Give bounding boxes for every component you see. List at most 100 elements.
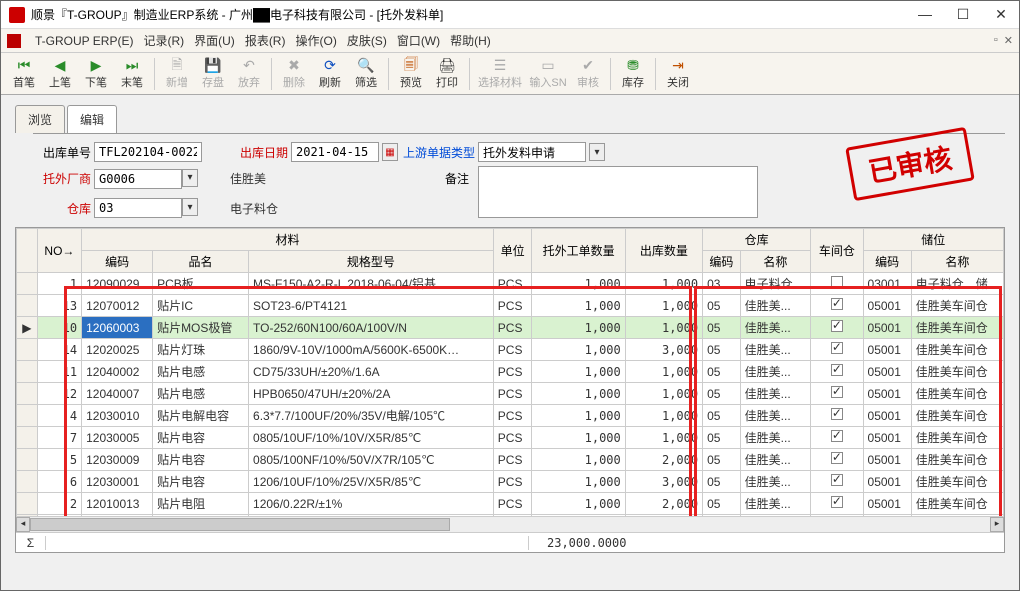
tb-filter[interactable]: 🔍筛选 — [349, 55, 383, 93]
col-spec[interactable]: 规格型号 — [249, 251, 494, 273]
col-scode[interactable]: 编码 — [703, 251, 741, 273]
label-outno: 出库单号 — [33, 144, 91, 161]
table-row[interactable]: 1312070012贴片ICSOT23-6/PT4121PCS1,0001,00… — [17, 295, 1004, 317]
mdi-close-icon[interactable]: ✕ — [1004, 34, 1013, 47]
col-code[interactable]: 编码 — [82, 251, 153, 273]
colgrp-loc: 储位 — [863, 229, 1003, 251]
store-picker-icon[interactable]: ▾ — [182, 198, 198, 216]
minimize-button[interactable]: — — [915, 6, 935, 23]
toolbar: ⏮首笔 ◀上笔 ▶下笔 ⏭末笔 🗎新增 💾存盘 ↶放弃 ✖删除 ⟳刷新 🔍筛选 … — [1, 53, 1019, 95]
vendor-picker-icon[interactable]: ▾ — [182, 169, 198, 187]
input-outdate[interactable] — [291, 142, 379, 162]
save-icon: 💾 — [204, 58, 221, 74]
tb-audit[interactable]: ✔审核 — [571, 55, 605, 93]
tb-selmat[interactable]: ☰选择材料 — [475, 55, 525, 93]
next-icon: ▶ — [91, 58, 102, 74]
tb-next[interactable]: ▶下笔 — [79, 55, 113, 93]
menu-operate[interactable]: 操作(O) — [295, 32, 336, 49]
table-row[interactable]: 712030005贴片电容0805/10UF/10%/10V/X5R/85℃PC… — [17, 427, 1004, 449]
table-row[interactable]: 1112040002贴片电感CD75/33UH/±20%/1.6APCS1,00… — [17, 361, 1004, 383]
tb-print[interactable]: 🖨打印 — [430, 55, 464, 93]
prev-icon: ◀ — [55, 58, 66, 74]
checkbox-shop[interactable] — [831, 386, 843, 398]
tab-edit[interactable]: 编辑 — [67, 105, 117, 133]
col-lname[interactable]: 名称 — [911, 251, 1003, 273]
checkbox-shop[interactable] — [831, 364, 843, 376]
grid-footer: Σ 23,000.0000 — [16, 532, 1004, 552]
menu-record[interactable]: 记录(R) — [143, 32, 184, 49]
checkbox-shop[interactable] — [831, 276, 843, 288]
col-no[interactable]: NO→ — [37, 229, 81, 273]
menu-skin[interactable]: 皮肤(S) — [347, 32, 387, 49]
refresh-icon: ⟳ — [324, 58, 336, 74]
menu-help[interactable]: 帮助(H) — [450, 32, 491, 49]
col-name[interactable]: 品名 — [153, 251, 249, 273]
table-row[interactable]: 412030010贴片电解电容6.3*7.7/100UF/20%/35V/电解/… — [17, 405, 1004, 427]
upstream-picker-icon[interactable]: ▾ — [589, 143, 605, 161]
tb-last[interactable]: ⏭末笔 — [115, 55, 149, 93]
col-unit[interactable]: 单位 — [493, 229, 532, 273]
label-upstream: 上游单据类型 — [399, 144, 475, 161]
tb-refresh[interactable]: ⟳刷新 — [313, 55, 347, 93]
input-outno[interactable] — [94, 142, 202, 162]
tb-first[interactable]: ⏮首笔 — [7, 55, 41, 93]
checkbox-shop[interactable] — [831, 320, 843, 332]
input-vendor-code[interactable] — [94, 169, 182, 189]
tb-del[interactable]: ✖删除 — [277, 55, 311, 93]
filter-icon: 🔍 — [357, 58, 374, 74]
col-sqty[interactable]: 出库数量 — [625, 229, 702, 273]
label-remark: 备注 — [399, 170, 475, 187]
checkbox-shop[interactable] — [831, 452, 843, 464]
app-icon — [9, 7, 25, 23]
last-icon: ⏭ — [126, 58, 139, 74]
col-lcode[interactable]: 编码 — [863, 251, 911, 273]
tb-abandon[interactable]: ↶放弃 — [232, 55, 266, 93]
input-store-code[interactable] — [94, 198, 182, 218]
tb-inout[interactable]: ⛃库存 — [616, 55, 650, 93]
table-row[interactable]: ▶1012060003贴片MOS极管TO-252/60N100/60A/100V… — [17, 317, 1004, 339]
checkbox-shop[interactable] — [831, 298, 843, 310]
menu-product[interactable]: T-GROUP ERP(E) — [35, 34, 133, 48]
form-area: 出库单号 出库日期 ▦ 上游单据类型 ▾ 托外厂商 ▾ 佳胜美 备注 仓库 ▾ … — [33, 133, 1005, 221]
vendor-name: 佳胜美 — [228, 170, 396, 187]
col-sname[interactable]: 名称 — [740, 251, 811, 273]
tb-preview[interactable]: 🗐预览 — [394, 55, 428, 93]
label-outdate: 出库日期 — [228, 144, 288, 161]
tb-save[interactable]: 💾存盘 — [196, 55, 230, 93]
tb-sn[interactable]: ▭输入SN — [527, 55, 569, 93]
checkbox-shop[interactable] — [831, 430, 843, 442]
preview-icon: 🗐 — [404, 58, 418, 74]
mdi-restore-icon[interactable]: ▫ — [994, 34, 998, 47]
h-scrollbar[interactable]: ◂▸ — [16, 516, 1004, 532]
col-shop[interactable]: 车间仓 — [811, 229, 863, 273]
audit-icon: ✔ — [582, 58, 594, 74]
date-picker-icon[interactable]: ▦ — [382, 143, 398, 161]
tb-close[interactable]: ⇥关闭 — [661, 55, 695, 93]
checkbox-shop[interactable] — [831, 474, 843, 486]
close-button[interactable]: ✕ — [991, 6, 1011, 23]
table-row[interactable]: 1412020025贴片灯珠1860/9V-10V/1000mA/5600K-6… — [17, 339, 1004, 361]
tab-browse[interactable]: 浏览 — [15, 105, 65, 133]
tb-new[interactable]: 🗎新增 — [160, 55, 194, 93]
menu-report[interactable]: 报表(R) — [245, 32, 286, 49]
checkbox-shop[interactable] — [831, 408, 843, 420]
table-row[interactable]: 212010013贴片电阻1206/0.22R/±1%PCS1,0002,000… — [17, 493, 1004, 515]
maximize-button[interactable]: ☐ — [953, 6, 973, 23]
col-oqty[interactable]: 托外工单数量 — [532, 229, 625, 273]
abandon-icon: ↶ — [243, 58, 255, 74]
table-row[interactable]: 512030009贴片电容0805/100NF/10%/50V/X7R/105℃… — [17, 449, 1004, 471]
input-upstream[interactable] — [478, 142, 586, 162]
label-vendor: 托外厂商 — [33, 170, 91, 187]
checkbox-shop[interactable] — [831, 496, 843, 508]
titlebar: 顺景『T-GROUP』制造业ERP系统 - 广州██电子科技有限公司 - [托外… — [1, 1, 1019, 29]
menu-window[interactable]: 窗口(W) — [397, 32, 440, 49]
table-row[interactable]: 1212040007贴片电感HPB0650/47UH/±20%/2APCS1,0… — [17, 383, 1004, 405]
checkbox-shop[interactable] — [831, 342, 843, 354]
tb-prev[interactable]: ◀上笔 — [43, 55, 77, 93]
label-store: 仓库 — [33, 200, 91, 217]
menu-ui[interactable]: 界面(U) — [194, 32, 235, 49]
input-remark[interactable] — [478, 166, 758, 218]
colgrp-material: 材料 — [82, 229, 494, 251]
table-row[interactable]: 112090029PCB板MS-F150-A2-R-L 2018-06-04/铝… — [17, 273, 1004, 295]
table-row[interactable]: 612030001贴片电容1206/10UF/10%/25V/X5R/85℃PC… — [17, 471, 1004, 493]
